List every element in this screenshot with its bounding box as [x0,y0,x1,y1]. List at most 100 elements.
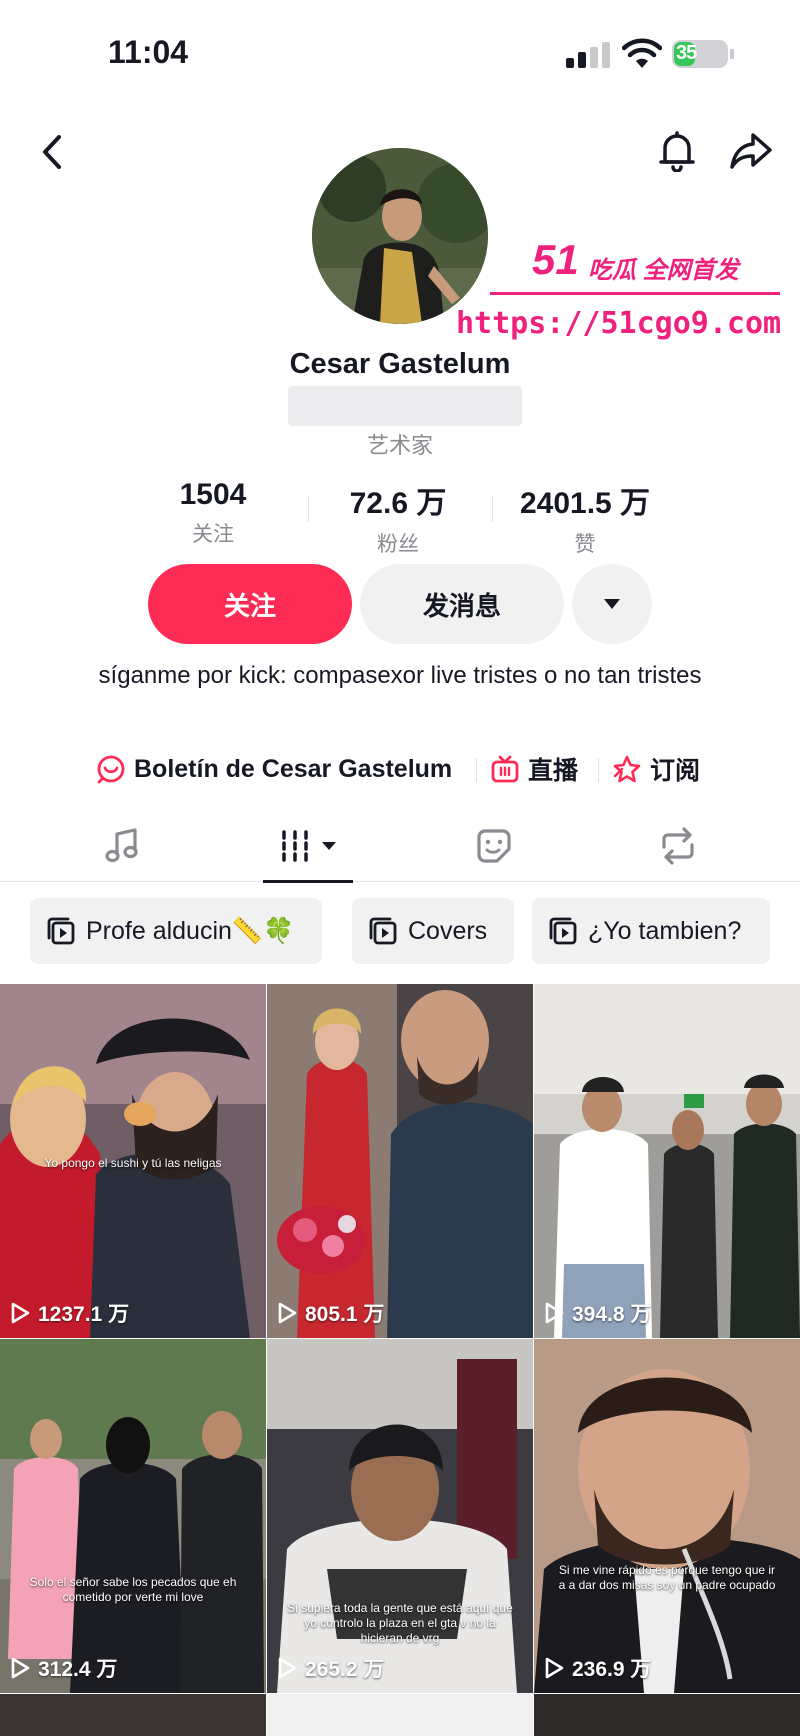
playlist-icon [549,917,577,945]
video-thumbnail[interactable]: 394.8 万 [534,984,800,1338]
music-note-icon [105,828,138,863]
active-tab-indicator [263,880,353,883]
stat-followers[interactable]: 72.6 万 粉丝 [298,478,498,558]
video-views: 805.1 万 [277,1298,384,1328]
caret-down-icon [604,599,620,609]
video-caption: Si me vine rápido es porque tengo que ir… [558,1563,776,1592]
watermark-overlay: 51 吃瓜 全网首发 https://51cgo9.com [450,236,782,354]
video-grid: Yo pongo el sushi y tú las neligas 1237.… [0,984,800,1736]
tab-videos[interactable] [248,810,368,883]
newsletter-link[interactable]: Boletín de Cesar Gastelum [96,748,452,790]
link-divider [598,758,599,782]
video-views-count: 1237.1 万 [38,1303,130,1326]
video-caption: Yo pongo el sushi y tú las neligas [44,1156,222,1170]
video-thumbnail[interactable]: Solo el señor sabe los pecados que eh co… [0,1339,266,1693]
tv-icon [491,755,519,783]
profile-category: 艺术家 [366,433,433,458]
status-bar: 11:04 35 [0,0,800,110]
video-thumbnail[interactable]: Yo pongo el sushi y tú las neligas 1237.… [0,984,266,1338]
video-thumbnail-partial[interactable] [0,1694,266,1736]
follow-button[interactable]: 关注 [148,564,352,644]
newsletter-label: Boletín de Cesar Gastelum [134,754,453,783]
status-time: 11:04 [108,34,189,70]
video-views: 265.2 万 [277,1653,384,1683]
tab-music[interactable] [62,810,182,882]
play-icon [545,1657,564,1679]
video-views: 1237.1 万 [10,1298,129,1328]
share-arrow-icon [730,133,772,169]
playlist-icon [369,917,397,945]
blurred-handle [288,386,522,426]
video-views: 394.8 万 [544,1298,651,1328]
stat-following-value: 1504 [179,478,247,511]
play-icon [278,1657,297,1679]
video-caption: Solo el señor sabe los pecados que eh co… [29,1575,237,1604]
live-link[interactable]: 直播 [490,748,578,790]
video-thumbnail[interactable]: Si me vine rápido es porque tengo que ir… [534,1339,800,1693]
video-views-count: 805.1 万 [305,1303,385,1326]
content-tabs [0,810,800,883]
live-label: 直播 [528,757,579,785]
play-icon [278,1302,297,1324]
playlist-label: ¿Yo tambien? [588,916,742,945]
repost-icon [662,827,694,865]
tab-stickers[interactable] [434,810,554,882]
watermark-text: 吃瓜 全网首发 [588,257,739,284]
stat-followers-value: 72.6 万 [349,487,447,520]
play-icon [545,1302,564,1324]
stat-following-label: 关注 [192,523,234,546]
playlist-chip[interactable]: Covers [352,898,514,964]
wifi-icon [622,38,662,68]
video-views-count: 394.8 万 [572,1303,652,1326]
subscribe-link[interactable]: 订阅 [612,748,700,790]
notification-button[interactable] [654,128,700,174]
sticker-icon [477,829,511,863]
message-button[interactable]: 发消息 [360,564,564,644]
newsletter-icon [97,755,125,784]
video-views: 236.9 万 [544,1653,651,1683]
share-button[interactable] [726,128,776,174]
play-icon [11,1302,30,1324]
watermark-number: 51 [532,236,579,283]
profile-links: Boletín de Cesar Gastelum 直播 订阅 [0,748,800,790]
video-thumbnail-image [534,1339,800,1693]
video-thumbnail-image [267,984,533,1338]
playlist-chips: Profe alducin📏🍀 Covers ¿Yo tambien? [30,898,800,964]
subscribe-star-icon [613,755,641,783]
video-thumbnail[interactable]: 805.1 万 [267,984,533,1338]
more-options-button[interactable] [572,564,652,644]
play-icon [11,1657,30,1679]
video-thumbnail[interactable]: Si supiera toda la gente que está aquí q… [267,1339,533,1693]
subscribe-label: 订阅 [650,757,701,785]
caret-down-icon [322,842,336,850]
video-grid-icon [282,830,308,862]
profile-bio: síganme por kick: compasexor live triste… [98,662,702,689]
watermark-divider [490,292,780,295]
stat-following[interactable]: 1504 关注 [113,478,313,548]
stat-likes-value: 2401.5 万 [519,487,651,520]
stat-likes[interactable]: 2401.5 万 赞 [485,478,685,558]
video-views: 312.4 万 [10,1653,117,1683]
video-thumbnail-image [0,1339,266,1693]
playlist-icon [47,917,75,945]
cellular-signal-icon [566,42,610,68]
battery-level: 35 [676,42,697,64]
back-button[interactable] [30,130,74,174]
video-views-count: 236.9 万 [572,1658,652,1681]
link-divider [476,758,477,782]
video-thumbnail-partial[interactable] [267,1694,533,1736]
video-thumbnail-partial[interactable] [534,1694,800,1736]
video-views-count: 265.2 万 [305,1658,385,1681]
video-views-count: 312.4 万 [38,1658,118,1681]
stat-likes-label: 赞 [574,533,596,556]
playlist-chip[interactable]: Profe alducin📏🍀 [30,898,322,964]
profile-stats: 1504 关注 72.6 万 粉丝 2401.5 万 赞 [0,478,800,556]
profile-actions: 关注 发消息 [0,564,800,646]
profile-name: Cesar Gastelum [289,348,511,380]
tab-reposts[interactable] [618,810,738,882]
playlist-chip[interactable]: ¿Yo tambien? [532,898,770,964]
watermark-url: https://51cgo9.com [456,306,782,341]
stat-followers-label: 粉丝 [377,533,419,556]
chevron-left-icon [43,135,61,169]
playlist-label: Covers [408,916,488,945]
